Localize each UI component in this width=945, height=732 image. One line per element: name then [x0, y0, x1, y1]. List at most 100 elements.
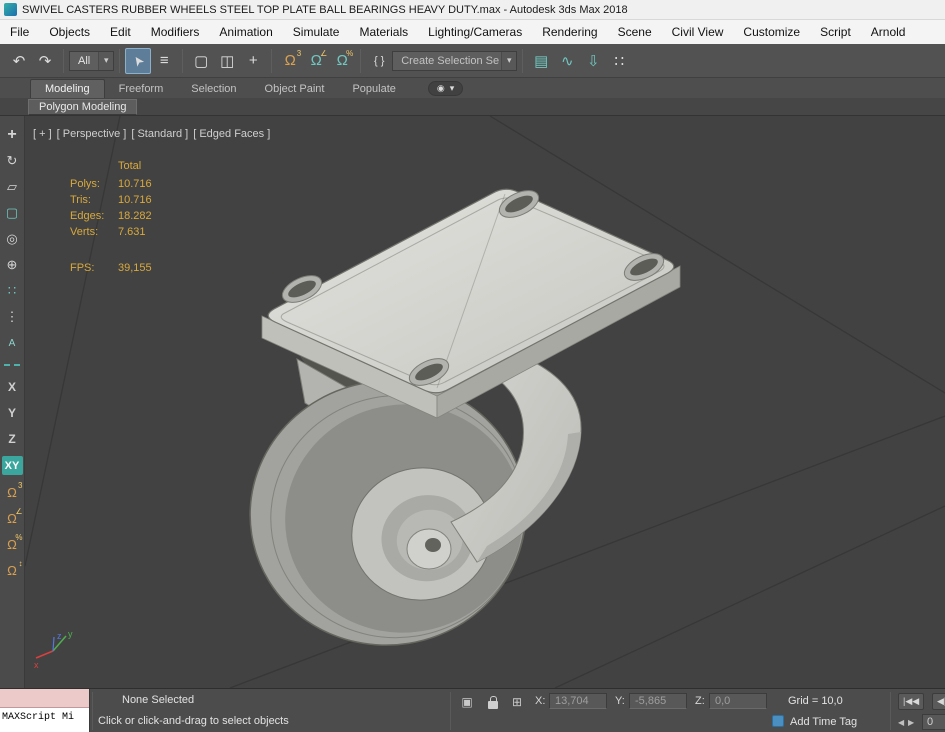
schematic-view-button[interactable]: ∷: [606, 48, 632, 74]
chevron-down-icon: ▾: [449, 83, 455, 93]
dope-sheet-button[interactable]: ⇩: [580, 48, 606, 74]
redo-icon[interactable]: ↷: [32, 48, 58, 74]
isolate-selection-icon[interactable]: ▣: [458, 694, 476, 710]
snaps-toggle-button[interactable]: Ω 3: [277, 48, 303, 74]
selection-region-button[interactable]: ▢: [0, 200, 24, 226]
stats-polys-label: Polys:: [70, 178, 100, 190]
restrict-xy-plane-button[interactable]: XY: [1, 456, 23, 475]
pivot-point-button[interactable]: ⊕: [0, 252, 24, 278]
toolbar-divider: [4, 364, 20, 366]
cursor-icon: ➤: [128, 52, 148, 70]
select-object-button[interactable]: ➤: [125, 47, 152, 74]
restrict-y-button[interactable]: Y: [0, 400, 24, 426]
snaps-toggle-button[interactable]: Ω 3: [0, 479, 24, 505]
menu-lighting-cameras[interactable]: Lighting/Cameras: [418, 25, 532, 39]
menu-script[interactable]: Script: [810, 25, 861, 39]
absolute-mode-icon[interactable]: ⊞: [508, 694, 526, 710]
y-coord-label: Y:: [615, 695, 625, 707]
rectangular-selection-region-button[interactable]: ▢: [188, 48, 214, 74]
named-selection-button[interactable]: A: [0, 330, 24, 356]
menu-civil-view[interactable]: Civil View: [662, 25, 734, 39]
menu-objects[interactable]: Objects: [39, 25, 100, 39]
chevron-down-icon[interactable]: ▾: [98, 51, 114, 70]
statusbar-separator: [450, 692, 451, 730]
layer-explorer-button[interactable]: ▤: [528, 48, 554, 74]
stats-tris-row: Tris: 10.716: [70, 192, 152, 208]
main-toolbar: ↶ ↷ All ▾ ➤ ≡ ▢ ◫ + Ω 3 Ω ∠ Ω % { } Crea…: [0, 44, 945, 78]
menu-arnold[interactable]: Arnold: [861, 25, 916, 39]
polygon-modeling-panel-button[interactable]: Polygon Modeling: [28, 98, 138, 115]
menu-modifiers[interactable]: Modifiers: [141, 25, 210, 39]
menu-rendering[interactable]: Rendering: [532, 25, 607, 39]
menu-simulate[interactable]: Simulate: [283, 25, 350, 39]
frame-spinner-right-icon[interactable]: ▶: [908, 718, 914, 727]
selection-filter-dropdown[interactable]: All ▾: [69, 50, 115, 71]
soft-selection-button[interactable]: ⋮: [0, 304, 24, 330]
spinner-badge: ↕: [18, 559, 23, 568]
stats-polys-value: 10.716: [118, 178, 152, 190]
spinner-snap-button[interactable]: Ω ↕: [0, 557, 24, 583]
select-and-rotate-button[interactable]: ↻: [0, 148, 24, 174]
current-frame-field[interactable]: 0: [922, 714, 945, 730]
z-axis-label: z: [57, 631, 62, 641]
viewport-menu-shading-standard[interactable]: [ Standard ]: [131, 128, 188, 140]
named-selection-set-dropdown[interactable]: Create Selection Se ▾: [392, 50, 518, 71]
y-coord-field[interactable]: -5,865: [629, 693, 687, 709]
select-and-move-button[interactable]: +: [0, 122, 24, 148]
ribbon-tab-populate[interactable]: Populate: [338, 80, 409, 98]
stats-verts-row: Verts: 7.631: [70, 224, 152, 240]
x-coord-label: X:: [535, 695, 546, 707]
menu-animation[interactable]: Animation: [209, 25, 282, 39]
named-selection-sets-button[interactable]: { }: [366, 48, 392, 74]
selection-lock-icon[interactable]: [488, 696, 498, 709]
viewport-3d-scene[interactable]: [25, 116, 945, 688]
ribbon-tab-bar: Modeling Freeform Selection Object Paint…: [0, 78, 945, 98]
angle-snap-button[interactable]: Ω ∠: [303, 48, 329, 74]
percent-snap-button[interactable]: Ω %: [329, 48, 355, 74]
restrict-x-button[interactable]: X: [0, 374, 24, 400]
window-title: SWIVEL CASTERS RUBBER WHEELS STEEL TOP P…: [22, 3, 628, 16]
viewport-statistics: Total Polys: 10.716 Tris: 10.716 Edges: …: [70, 160, 152, 276]
select-and-manipulate-button[interactable]: ∷: [0, 278, 24, 304]
angle-snap-button[interactable]: Ω ∠: [0, 505, 24, 531]
add-time-tag[interactable]: Add Time Tag: [790, 716, 857, 728]
menu-customize[interactable]: Customize: [733, 25, 810, 39]
perspective-viewport[interactable]: [ + ] [ Perspective ] [ Standard ] [ Edg…: [25, 116, 945, 688]
menu-edit[interactable]: Edit: [100, 25, 141, 39]
ribbon-tab-object-paint[interactable]: Object Paint: [251, 80, 339, 98]
frame-spinner-left-icon[interactable]: ◀: [898, 718, 904, 727]
maxscript-mini-listener[interactable]: MAXScript Mi: [0, 689, 90, 732]
undo-icon[interactable]: ↶: [6, 48, 32, 74]
select-by-name-button[interactable]: ≡: [151, 48, 177, 74]
chevron-down-icon[interactable]: ▾: [501, 51, 517, 70]
menu-materials[interactable]: Materials: [349, 25, 418, 39]
go-to-start-button[interactable]: |◀◀: [898, 693, 925, 710]
time-tag-icon[interactable]: [772, 715, 784, 727]
restrict-z-button[interactable]: Z: [0, 426, 24, 452]
previous-frame-button[interactable]: ◀|: [932, 693, 945, 710]
status-bar: MAXScript Mi None Selected Click or clic…: [0, 688, 945, 732]
ribbon-tab-modeling[interactable]: Modeling: [30, 79, 105, 98]
percent-snap-button[interactable]: Ω %: [0, 531, 24, 557]
x-coord-field[interactable]: 13,704: [549, 693, 607, 709]
menu-file[interactable]: File: [0, 25, 39, 39]
select-and-scale-button[interactable]: ▱: [0, 174, 24, 200]
window-crossing-toggle[interactable]: ◫: [214, 48, 240, 74]
stats-fps-label: FPS:: [70, 262, 95, 274]
statusbar-separator: [92, 692, 93, 730]
maxscript-listener-pane[interactable]: MAXScript Mi: [0, 708, 89, 732]
snaps-badge: 3: [18, 481, 23, 490]
select-and-move-button[interactable]: +: [240, 48, 266, 74]
viewport-menu-general[interactable]: [ + ]: [33, 128, 52, 140]
z-coord-field[interactable]: 0,0: [709, 693, 767, 709]
macro-recorder-pane[interactable]: [0, 689, 89, 708]
ribbon-tab-freeform[interactable]: Freeform: [105, 80, 178, 98]
use-center-button[interactable]: ◎: [0, 226, 24, 252]
menu-scene[interactable]: Scene: [608, 25, 662, 39]
viewport-menu-pov[interactable]: [ Perspective ]: [57, 128, 127, 140]
caster-model[interactable]: [231, 185, 681, 665]
ribbon-display-dropdown[interactable]: ◉ ▾: [427, 81, 464, 96]
viewport-menu-shading-edged[interactable]: [ Edged Faces ]: [193, 128, 270, 140]
ribbon-tab-selection[interactable]: Selection: [177, 80, 250, 98]
curve-editor-button[interactable]: ∿: [554, 48, 580, 74]
